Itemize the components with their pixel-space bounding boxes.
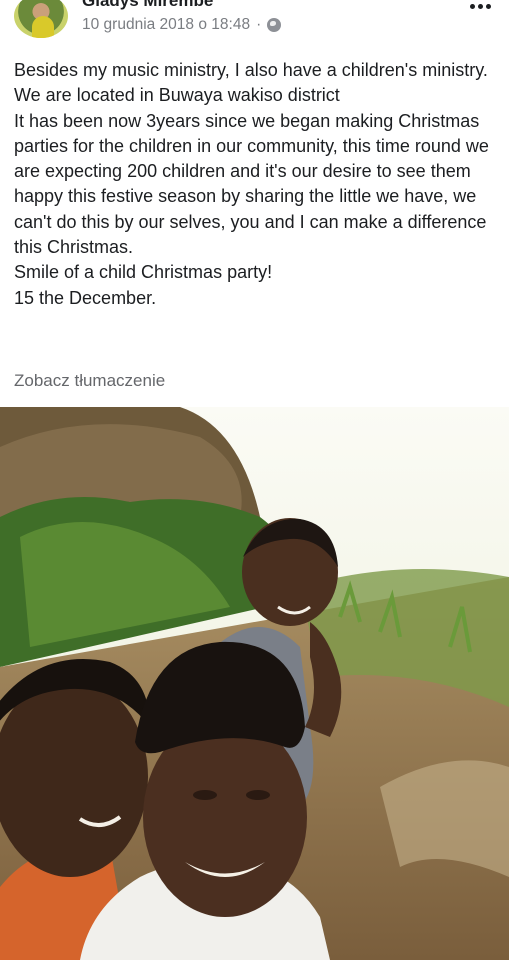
more-options-icon[interactable] xyxy=(470,4,491,9)
post-text-line: Smile of a child Christmas party! xyxy=(14,262,273,283)
post-header: Gladys Mirembe 10 grudnia 2018 o 18:48 · xyxy=(0,0,509,52)
post-timestamp[interactable]: 10 grudnia 2018 o 18:48 xyxy=(82,16,250,34)
post-text-line: We are located in Buwaya wakiso district xyxy=(14,85,340,106)
see-translation-link[interactable]: Zobacz tłumaczenie xyxy=(14,371,165,391)
post-meta: 10 grudnia 2018 o 18:48 · xyxy=(82,16,282,34)
post-text: Besides my music ministry, I also have a… xyxy=(14,58,499,311)
author-avatar[interactable] xyxy=(14,0,68,38)
post-text-line: It has been now 3years since we began ma… xyxy=(14,110,489,258)
meta-separator: · xyxy=(256,16,262,33)
photo-illustration xyxy=(0,407,509,960)
post-text-line: Besides my music ministry, I also have a… xyxy=(14,60,488,80)
author-name[interactable]: Gladys Mirembe xyxy=(82,0,213,11)
post-text-line: 15 the December. xyxy=(14,287,157,308)
post-photo[interactable] xyxy=(0,407,509,960)
globe-icon[interactable] xyxy=(267,18,282,32)
